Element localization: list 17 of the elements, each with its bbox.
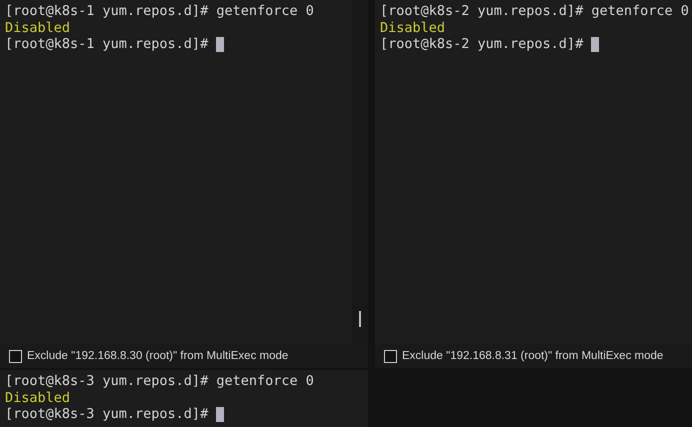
terminal-line: Disabled [380, 20, 446, 36]
terminal-pane[interactable]: [root@k8s-1 yum.repos.d]# getenforce 0 Disabled [root@k8s-1 yum.repos.d]# [0, 0, 368, 344]
terminal-line: [root@k8s-2 yum.repos.d]# getenforce 0 [380, 3, 689, 20]
exclude-checkbox[interactable] [9, 350, 22, 362]
exclude-checkbox[interactable] [384, 350, 397, 362]
exclude-label: Exclude "192.168.8.30 (root)" from MultiExec mode [27, 350, 288, 362]
terminal-line: Disabled [5, 20, 70, 36]
scrollbar[interactable] [352, 0, 368, 344]
terminal-line: [root@k8s-1 yum.repos.d]# getenforce 0 [5, 3, 314, 20]
exclude-label: Exclude "192.168.8.31 (root)" from MultiExec mode [402, 350, 664, 362]
terminal-pane[interactable]: [root@k8s-3 yum.repos.d]# getenforce 0 Disabled [root@k8s-3 yum.repos.d]# [0, 370, 368, 427]
terminal-line: [root@k8s-1 yum.repos.d]# [5, 36, 208, 52]
terminal-line: [root@k8s-2 yum.repos.d]# [380, 36, 584, 52]
terminal-line: [root@k8s-3 yum.repos.d]# getenforce 0 [5, 373, 314, 390]
terminal-line: Disabled [5, 390, 70, 406]
terminal-line: [root@k8s-3 yum.repos.d]# [5, 406, 208, 422]
terminal-pane[interactable]: [root@k8s-2 yum.repos.d]# getenforce 0 Disabled [root@k8s-2 yum.repos.d]# [375, 0, 692, 344]
